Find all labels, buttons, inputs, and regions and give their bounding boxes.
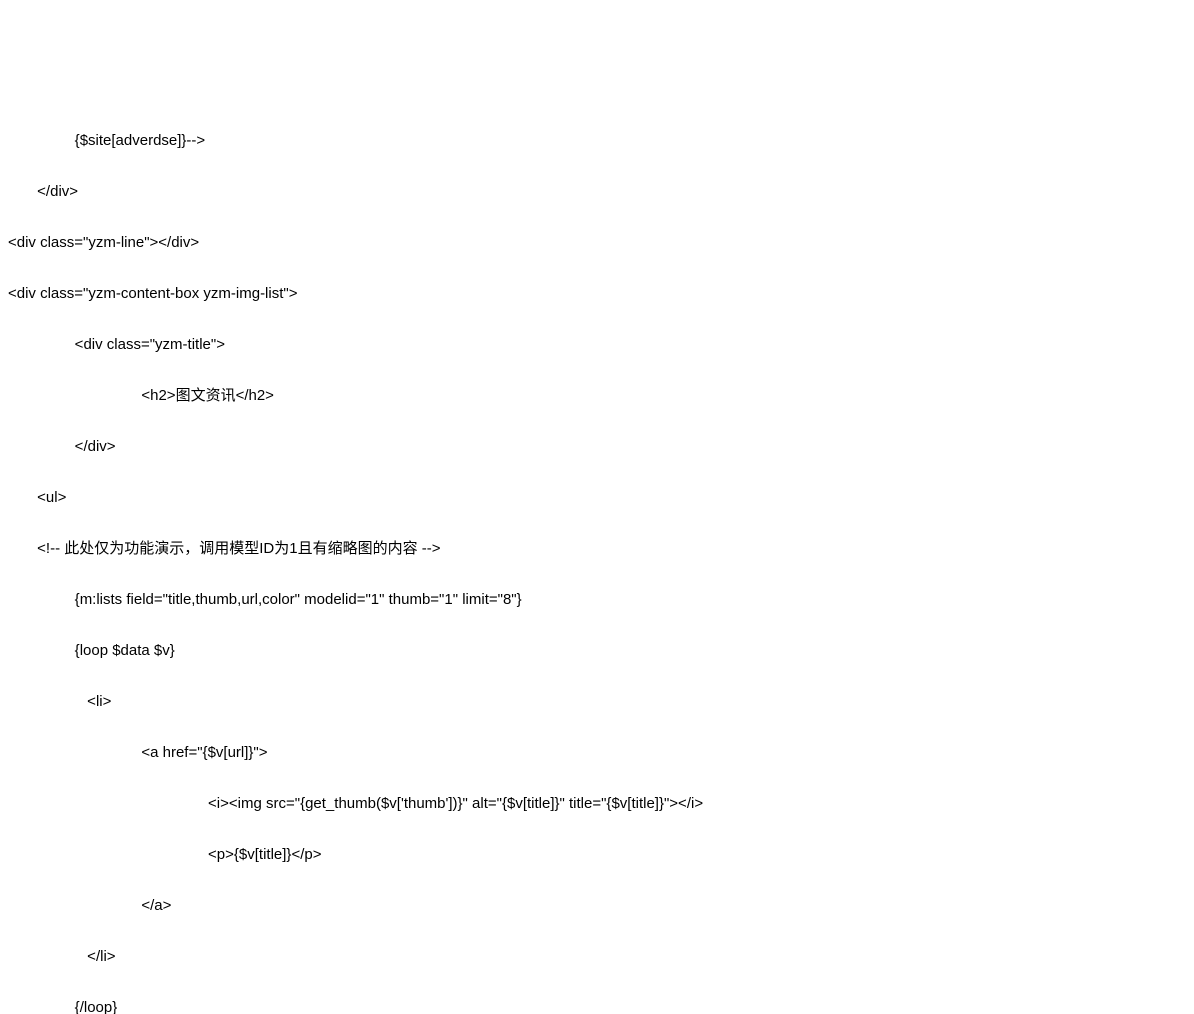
code-snippet: {$site[adverdse]}--> </div> <div class="… [0,102,1194,1014]
code-line: <div class="yzm-line"></div> [8,230,1186,256]
code-line: </li> [8,944,1186,970]
code-line: <ul> [8,485,1186,511]
code-line: <li> [8,689,1186,715]
code-line: {loop $data $v} [8,638,1186,664]
code-line: {m:lists field="title,thumb,url,color" m… [8,587,1186,613]
code-line: <a href="{$v[url]}"> [8,740,1186,766]
code-line: </a> [8,893,1186,919]
code-line: {/loop} [8,995,1186,1014]
code-line: <div class="yzm-title"> [8,332,1186,358]
code-line: <!-- 此处仅为功能演示，调用模型ID为1且有缩略图的内容 --> [8,536,1186,562]
code-line: </div> [8,179,1186,205]
code-line: <div class="yzm-content-box yzm-img-list… [8,281,1186,307]
code-line: <h2>图文资讯</h2> [8,383,1186,409]
code-line: <i><img src="{get_thumb($v['thumb'])}" a… [8,791,1186,817]
code-line: <p>{$v[title]}</p> [8,842,1186,868]
code-line: </div> [8,434,1186,460]
code-line: {$site[adverdse]}--> [8,128,1186,154]
